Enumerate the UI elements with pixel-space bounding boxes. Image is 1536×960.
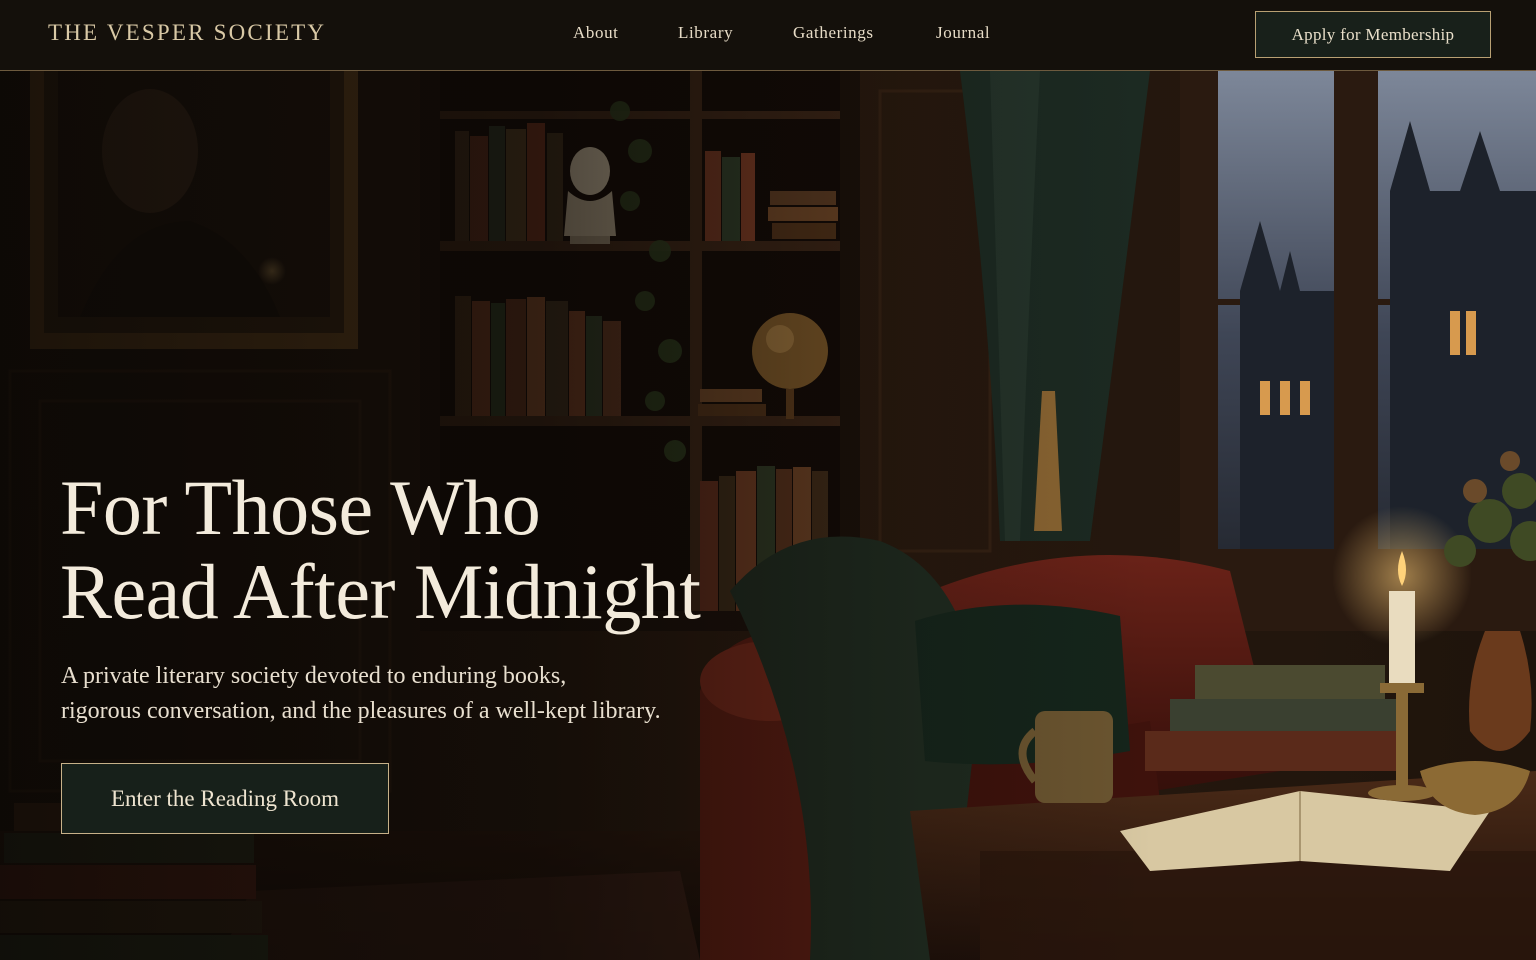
- hero-headline-line-1: For Those Who: [60, 464, 541, 551]
- nav-link-about[interactable]: About: [573, 23, 619, 43]
- nav-link-gatherings[interactable]: Gatherings: [793, 23, 874, 43]
- hero-subtitle-line-2: rigorous conversation, and the pleasures…: [61, 698, 661, 724]
- brand-logo[interactable]: The Vesper Society: [48, 20, 326, 46]
- hero-headline-line-2: Read After Midnight: [60, 548, 701, 635]
- apply-membership-button[interactable]: Apply for Membership: [1255, 11, 1491, 58]
- hero-headline: For Those Who Read After Midnight: [60, 466, 820, 634]
- hero-section: For Those Who Read After Midnight A priv…: [0, 71, 1536, 960]
- top-navigation: The Vesper Society About Library Gatheri…: [0, 0, 1536, 71]
- nav-link-library[interactable]: Library: [678, 23, 733, 43]
- enter-reading-room-button[interactable]: Enter the Reading Room: [61, 763, 389, 834]
- nav-link-journal[interactable]: Journal: [936, 23, 990, 43]
- hero-subtitle-line-1: A private literary society devoted to en…: [61, 663, 567, 689]
- hero-subtitle: A private literary society devoted to en…: [61, 659, 761, 729]
- portrait-painting: [30, 71, 358, 349]
